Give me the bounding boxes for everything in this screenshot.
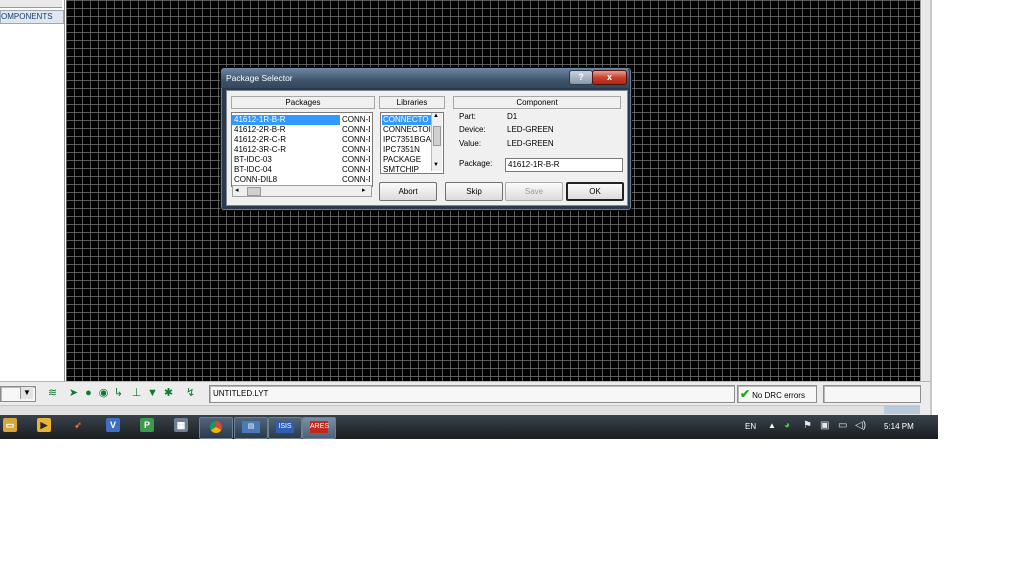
scroll-left-icon[interactable]: ◂ bbox=[235, 186, 239, 196]
package-library: CONN-D bbox=[342, 145, 370, 154]
device-label: Device: bbox=[459, 125, 486, 134]
scrollbar-thumb[interactable] bbox=[884, 405, 920, 414]
package-library: CONN-D bbox=[342, 115, 370, 124]
filename-field: UNTITLED.LYT bbox=[209, 385, 735, 403]
chrome-icon bbox=[210, 421, 222, 433]
isis-taskbar-button[interactable]: ISIS bbox=[268, 417, 302, 439]
part-value: D1 bbox=[507, 112, 518, 121]
horizontal-scrollbar[interactable] bbox=[0, 405, 920, 415]
drc-status[interactable]: ✔ No DRC errors bbox=[737, 385, 817, 403]
package-library: CONN-D bbox=[342, 125, 370, 134]
scroll-down-icon[interactable]: ▼ bbox=[433, 162, 439, 168]
save-button[interactable]: Save bbox=[505, 182, 563, 201]
skip-button[interactable]: Skip bbox=[445, 182, 503, 201]
network-icon[interactable]: ▭ bbox=[838, 420, 847, 431]
library-item[interactable]: SMTCHIP bbox=[383, 165, 431, 173]
window-right-edge bbox=[930, 0, 932, 415]
isis-icon: ISIS bbox=[276, 421, 294, 433]
scrollbar-thumb[interactable] bbox=[433, 126, 441, 146]
package-name: 41612-1R-B-R bbox=[232, 115, 340, 125]
clock[interactable]: 5:14 PM bbox=[884, 422, 914, 431]
package-label: Package: bbox=[459, 159, 493, 168]
language-indicator[interactable]: EN bbox=[745, 421, 756, 431]
component-header: Component bbox=[453, 96, 621, 109]
package-name: BT-IDC-04 bbox=[234, 165, 272, 174]
ok-button[interactable]: OK bbox=[566, 182, 624, 201]
folder-icon[interactable]: ▭ bbox=[3, 418, 17, 432]
library-item[interactable]: CONNECTOI bbox=[383, 125, 431, 135]
left-panel-header bbox=[0, 0, 62, 8]
package-name: 41612-2R-B-R bbox=[234, 125, 286, 134]
packages-list[interactable]: 41612-1R-B-R CONN-D 41612-2R-B-R CONN-D … bbox=[231, 112, 373, 187]
auto-route-icon[interactable]: ↯ bbox=[184, 386, 197, 400]
package-row[interactable]: 41612-2R-C-R CONN-D bbox=[232, 135, 372, 145]
ratsnest-icon[interactable]: ✱ bbox=[162, 386, 175, 400]
task-manager-icon[interactable]: ▦ bbox=[174, 418, 188, 432]
libraries-header: Libraries bbox=[379, 96, 445, 109]
ares-taskbar-button[interactable]: ARES bbox=[302, 417, 336, 439]
network-sync-icon[interactable]: ◕ bbox=[784, 420, 790, 431]
package-name: CONN-DIL8 bbox=[234, 175, 278, 184]
libraries-vertical-scrollbar[interactable]: ▲ ▼ bbox=[431, 113, 442, 171]
scroll-right-icon[interactable]: ▸ bbox=[362, 186, 366, 196]
library-item[interactable]: PACKAGE bbox=[383, 155, 431, 165]
value-label: Value: bbox=[459, 139, 482, 148]
dialog-title: Package Selector bbox=[226, 73, 293, 83]
part-label: Part: bbox=[459, 112, 476, 121]
packages-horizontal-scrollbar[interactable]: ◂ ▸ bbox=[232, 185, 372, 197]
package-input[interactable]: 41612-1R-B-R bbox=[505, 158, 623, 172]
device-icon[interactable]: ▣ bbox=[820, 420, 829, 431]
package-row[interactable]: 41612-3R-C-R CONN-D bbox=[232, 145, 372, 155]
package-name: 41612-2R-C-R bbox=[234, 135, 287, 144]
package-row[interactable]: BT-IDC-04 CONN-D bbox=[232, 165, 372, 175]
library-item[interactable]: IPC7351N bbox=[383, 145, 431, 155]
package-row[interactable]: CONN-DIL8 CONN-D bbox=[232, 175, 372, 185]
matlab-icon[interactable]: ➶ bbox=[71, 418, 85, 432]
ares-icon: ARES bbox=[310, 421, 329, 433]
abort-button[interactable]: Abort bbox=[379, 182, 437, 201]
value-value: LED-GREEN bbox=[507, 139, 554, 148]
components-tab[interactable]: OMPONENTS bbox=[0, 10, 64, 24]
track-icon[interactable]: ↳ bbox=[112, 386, 125, 400]
filter-icon[interactable]: ▼ bbox=[146, 386, 159, 400]
dimension-icon[interactable]: ⊥ bbox=[130, 386, 143, 400]
library-item[interactable]: CONNECTO bbox=[382, 115, 431, 125]
library-item[interactable]: IPC7351BGA bbox=[383, 135, 431, 145]
chevron-down-icon[interactable]: ▼ bbox=[20, 387, 33, 399]
package-library: CONN-D bbox=[342, 165, 370, 174]
packages-header: Packages bbox=[231, 96, 375, 109]
package-name: BT-IDC-03 bbox=[234, 155, 272, 164]
package-row[interactable]: 41612-2R-B-R CONN-D bbox=[232, 125, 372, 135]
package-library: CONN-D bbox=[342, 155, 370, 164]
package-library: CONN-D bbox=[342, 175, 370, 184]
package-name: 41612-3R-C-R bbox=[234, 145, 287, 154]
media-player-icon[interactable]: ▶ bbox=[37, 418, 51, 432]
device-value: LED-GREEN bbox=[507, 125, 554, 134]
package-row[interactable]: 41612-1R-B-R CONN-D bbox=[232, 115, 372, 125]
package-row[interactable]: BT-IDC-03 CONN-D bbox=[232, 155, 372, 165]
pad-icon[interactable]: ◉ bbox=[97, 386, 110, 400]
help-button[interactable]: ? bbox=[569, 70, 593, 85]
action-center-flag-icon[interactable]: ⚑ bbox=[803, 420, 812, 431]
check-icon: ✔ bbox=[740, 387, 751, 401]
via-icon[interactable]: ● bbox=[82, 386, 95, 400]
package-library: CONN-D bbox=[342, 135, 370, 144]
schematic-icon: ▤ bbox=[242, 421, 260, 433]
tray-expand-icon[interactable]: ▲ bbox=[768, 421, 776, 430]
coordinate-box bbox=[823, 385, 921, 403]
left-panel bbox=[0, 0, 65, 381]
route-icon[interactable]: ➤ bbox=[67, 386, 80, 400]
chrome-taskbar-button[interactable] bbox=[199, 417, 233, 439]
visio-icon[interactable]: V bbox=[106, 418, 120, 432]
publisher-icon[interactable]: P bbox=[140, 418, 154, 432]
drc-status-text: No DRC errors bbox=[752, 391, 805, 400]
isis-window-taskbar-button[interactable]: ▤ bbox=[234, 417, 268, 439]
close-button[interactable]: x bbox=[592, 70, 627, 85]
scroll-up-icon[interactable]: ▲ bbox=[433, 113, 439, 119]
volume-icon[interactable]: ◁) bbox=[855, 420, 866, 431]
scrollbar-thumb[interactable] bbox=[247, 187, 261, 196]
layers-icon[interactable]: ≋ bbox=[46, 386, 59, 400]
